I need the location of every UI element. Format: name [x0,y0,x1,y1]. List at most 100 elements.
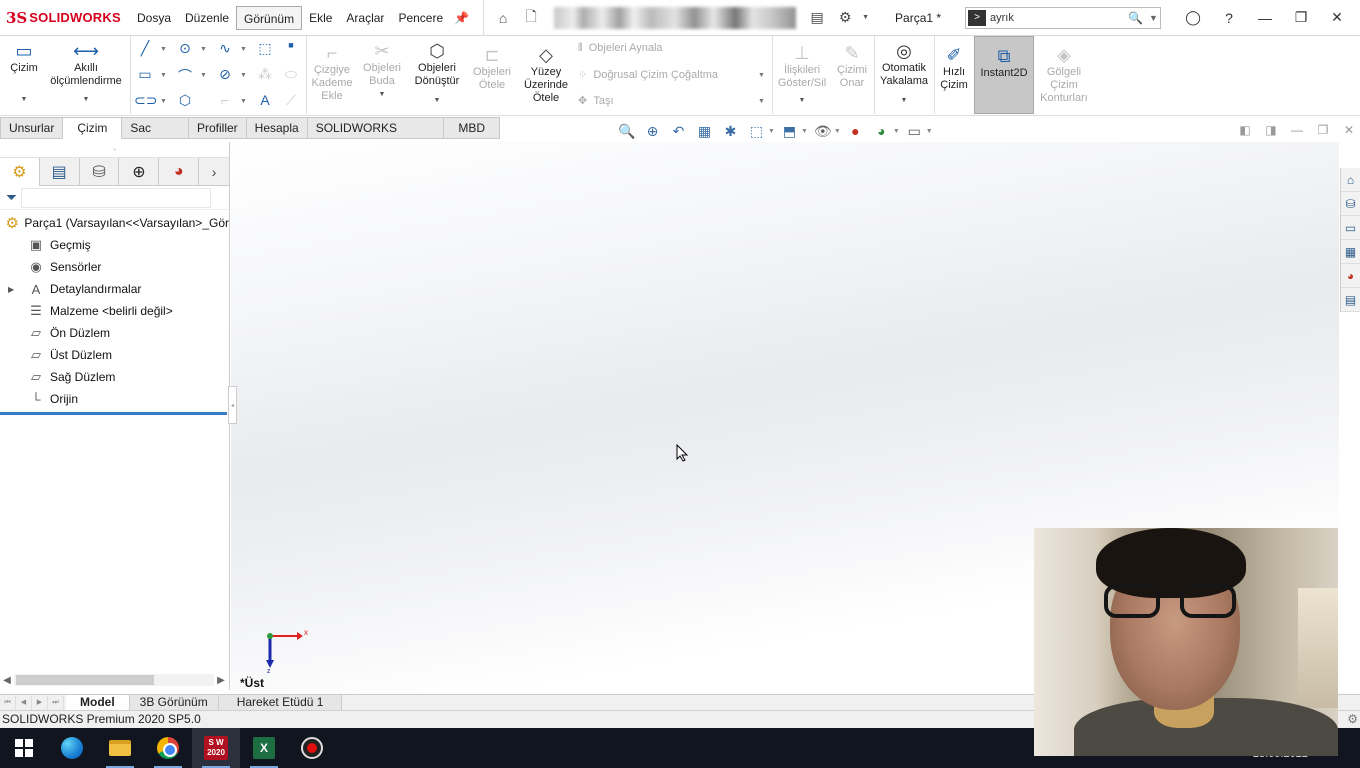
tree-item-annotations[interactable]: ▶ A Detaylandırmalar [0,278,229,300]
display-manager-tab[interactable]: ◕ [159,158,200,186]
trim-dropdown-icon[interactable]: ▼ [358,88,406,101]
hide-show-dropdown-icon[interactable]: ▼ [834,128,841,135]
taskbar-recorder[interactable] [288,728,336,768]
configuration-manager-tab[interactable]: ⛁ [80,158,120,186]
smart-dimension-dropdown-icon[interactable]: ▼ [46,93,126,106]
menu-gorunum[interactable]: Görünüm [236,5,303,30]
slot-icon[interactable]: ⊂⊃ [134,92,157,109]
apply-scene-dropdown-icon[interactable]: ▼ [893,128,900,135]
rectangle-icon[interactable]: ▭ [134,66,156,83]
display-style-dropdown-icon[interactable]: ▼ [801,128,808,135]
viewport-next-icon[interactable]: ◨ [1258,123,1284,137]
appearances-icon[interactable]: ◕ [1341,264,1360,288]
taskbar-edge[interactable] [48,728,96,768]
viewport-minimize-icon[interactable]: — [1284,123,1310,137]
tree-horizontal-scrollbar[interactable]: ◀ ▶ [0,672,228,688]
tree-item-right-plane[interactable]: ▱ Sağ Düzlem [0,366,229,388]
fillet-dropdown-icon[interactable]: ▼ [240,98,247,105]
ellipse-dropdown-icon[interactable]: ▼ [240,72,247,79]
taskbar-solidworks[interactable]: S W 2020 [192,728,240,768]
quick-snaps-dropdown-icon[interactable]: ▼ [876,94,932,107]
last-tab-icon[interactable]: ⏭ [48,695,64,710]
tab-features[interactable]: Unsurlar [0,117,64,139]
tab-sheet-metal[interactable]: Sac Levha [122,117,189,155]
construction-geometry-icon[interactable]: ⬚ [254,40,276,57]
viewport-close-icon[interactable]: ✕ [1336,123,1360,137]
search-box[interactable]: > 🔍 ▼ [965,6,1162,29]
start-button[interactable] [0,728,48,768]
tab-mbd[interactable]: MBD [444,117,500,139]
arc-icon[interactable]: ⌒ [174,66,196,86]
repair-sketch-button[interactable]: ✎ Çizimi Onar [832,42,872,90]
user-account-icon[interactable]: ◯ [1175,9,1211,26]
zoom-to-fit-icon[interactable]: 🔍 [618,123,635,140]
tab-profiles[interactable]: Profiller [188,117,247,139]
pin-icon[interactable]: 📌 [454,11,469,25]
tab-motion-study[interactable]: Hareket Etüdü 1 [218,694,343,711]
spline-icon[interactable]: ∿ [214,40,236,57]
rollback-bar[interactable] [0,412,227,415]
search-dropdown-icon[interactable]: ▼ [1149,13,1158,23]
new-document-icon[interactable]: 🗋 [520,7,542,29]
previous-view-icon[interactable]: ↶ [670,123,687,140]
panel-splitter-handle[interactable]: ◦ [0,142,229,158]
scroll-thumb[interactable] [16,675,154,685]
rectangle-dropdown-icon[interactable]: ▼ [160,72,167,79]
view-settings-dropdown-icon[interactable]: ▼ [926,128,933,135]
slot-dropdown-icon[interactable]: ▼ [160,98,167,105]
linear-pattern-dropdown-icon[interactable]: ▼ [758,72,765,79]
dynamic-annotation-icon[interactable]: ✱ [722,123,739,140]
spline-dropdown-icon[interactable]: ▼ [240,46,247,53]
next-tab-icon[interactable]: ▶ [32,695,48,710]
taskbar-chrome[interactable] [144,728,192,768]
tree-item-sensors[interactable]: ◉ Sensörler [0,256,229,278]
search-input[interactable] [990,11,1121,24]
status-bar-settings-icon[interactable]: ⚙ [1347,711,1358,728]
tree-item-material[interactable]: ☰ Malzeme <belirli değil> [0,300,229,322]
first-tab-icon[interactable]: ⏮ [0,695,16,710]
arc-dropdown-icon[interactable]: ▼ [200,72,207,79]
circle-icon[interactable]: ⊙ [174,40,196,57]
scroll-track[interactable] [14,674,214,686]
circle-dropdown-icon[interactable]: ▼ [200,46,207,53]
shaded-sketch-contours-button[interactable]: ◈ Gölgeli Çizim Konturları [1036,44,1092,105]
property-manager-tab[interactable]: ▤ [40,158,80,186]
solidworks-logo[interactable]: 3S SOLIDWORKS [0,9,130,27]
viewport-prev-icon[interactable]: ◧ [1232,123,1258,137]
tree-filter-input[interactable] [21,187,212,208]
tab-3d-views[interactable]: 3B Görünüm [129,694,219,711]
apply-scene-icon[interactable]: ◕ [873,123,890,139]
expand-arrow-icon[interactable]: ▶ [8,285,14,294]
dimxpert-manager-tab[interactable]: ⊕ [119,158,160,186]
view-orientation-dropdown-icon[interactable]: ▼ [768,128,775,135]
display-style-icon[interactable]: ⬒ [781,123,798,140]
ellipse-icon[interactable]: ⊘ [214,66,236,83]
move-entities-button[interactable]: ✥ Taşı [578,94,614,107]
offset-on-surface-button[interactable]: ◇ Yüzey Üzerinde Ötele [520,44,572,105]
quick-snaps-button[interactable]: ◎ Otomatik Yakalama ▼ [876,40,932,107]
smart-dimension-button[interactable]: ⟷ Akıllı ölçümlendirme ▼ [46,40,126,106]
tab-addins[interactable]: SOLIDWORKS Eklentileri [307,117,445,155]
menu-dosya[interactable]: Dosya [130,6,178,30]
instant2d-button[interactable]: ⧉ Instant2D [974,36,1034,114]
line-icon[interactable]: ╱ [134,40,156,57]
move-dropdown-icon[interactable]: ▼ [758,98,765,105]
convert-dropdown-icon[interactable]: ▼ [410,94,464,107]
zoom-to-area-icon[interactable]: ⊕ [644,123,661,140]
offset-entities-button[interactable]: ⊏ Objeleri Ötele [468,44,516,92]
design-library-icon[interactable]: ⛁ [1341,192,1360,216]
convert-entities-button[interactable]: ⬡ Objeleri Dönüştür ▼ [410,40,464,107]
linear-pattern-button[interactable]: ⁘ Doğrusal Çizim Çoğaltma [578,68,718,81]
custom-properties-icon[interactable]: ▤ [1341,288,1360,312]
relations-dropdown-icon[interactable]: ▼ [776,94,828,107]
prev-tab-icon[interactable]: ◀ [16,695,32,710]
viewport-restore-icon[interactable]: ❐ [1310,123,1336,137]
view-settings-icon[interactable]: ▭ [906,123,923,140]
search-icon[interactable]: 🔍 [1128,11,1143,25]
text-icon[interactable]: A [254,92,276,108]
tab-evaluate[interactable]: Hesapla [246,117,308,139]
tree-item-origin[interactable]: └ Orijin [0,388,229,410]
maximize-button[interactable]: ❐ [1283,9,1319,26]
scroll-left-icon[interactable]: ◀ [0,675,14,686]
tree-root-part[interactable]: ⚙ Parça1 (Varsayılan<<Varsayılan>_Gör [0,212,229,234]
